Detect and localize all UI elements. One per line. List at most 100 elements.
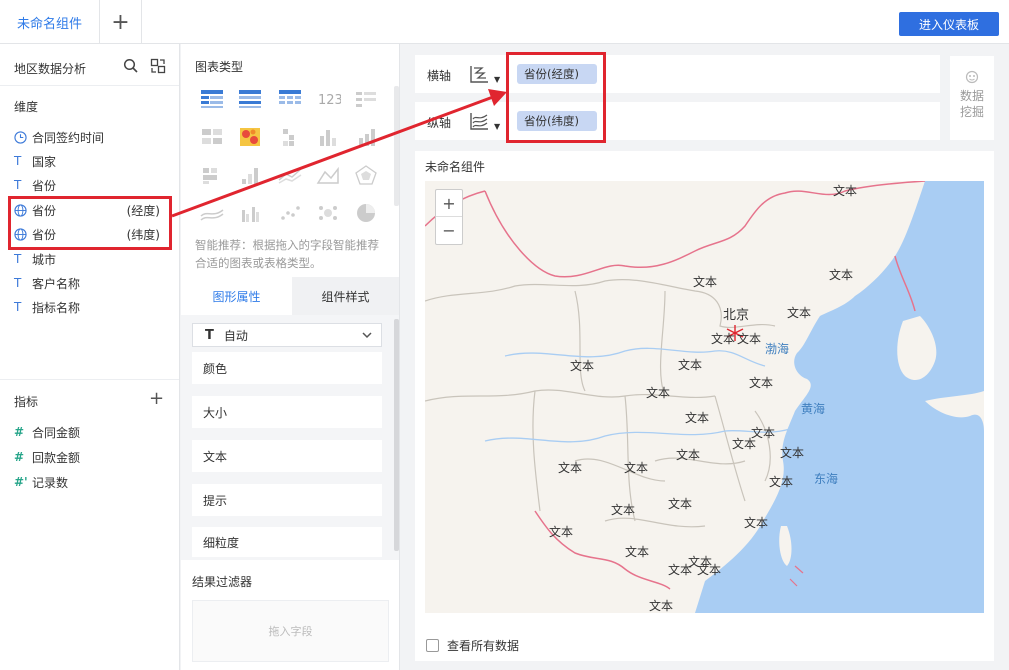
caret-down-icon[interactable]: ▼	[494, 75, 500, 84]
map-text-label: 文本	[737, 332, 762, 346]
cross-table-icon[interactable]	[237, 88, 263, 110]
chart-type-scrollbar[interactable]	[394, 86, 399, 206]
field-label: 客户名称	[32, 276, 81, 291]
map-text-label: 文本	[570, 359, 595, 373]
annotation-box-axis-fields	[506, 52, 606, 143]
checkbox[interactable]	[426, 639, 439, 652]
latitude-axis-icon[interactable]	[468, 110, 490, 132]
line-chart-icon[interactable]	[277, 164, 303, 186]
sea-label-huanghai: 黄海	[801, 402, 826, 416]
stacked-block-icon[interactable]	[199, 164, 225, 186]
component-card: 未命名组件 + − 文本 文本 文本 文本 北京 文本 文本 渤海 文本 文本 …	[415, 151, 994, 661]
dimension-field[interactable]: T 城市	[14, 249, 164, 269]
dimension-field[interactable]: 合同签约时间	[14, 127, 164, 147]
tab-component-style[interactable]: 组件样式	[292, 277, 399, 315]
text-type-icon: T	[14, 300, 22, 314]
field-label: 合同签约时间	[32, 130, 105, 145]
smart-recommend-hint: 智能推荐：根据拖入的字段智能推荐合适的图表或表格类型。	[195, 238, 379, 270]
prop-label: 提示	[203, 493, 228, 508]
map-text-label: 文本	[829, 268, 854, 282]
prop-size[interactable]: 大小	[192, 396, 382, 428]
result-filter-dropzone[interactable]: 拖入字段	[192, 600, 389, 662]
tab-shape-properties[interactable]: 图形属性	[181, 277, 292, 315]
grid-card-icon[interactable]	[199, 126, 225, 148]
block-chart-icon[interactable]	[277, 126, 303, 148]
zoom-out-button[interactable]: −	[436, 217, 462, 244]
field-label: 城市	[32, 252, 57, 267]
chart-type-label: 图表类型	[195, 60, 244, 74]
map-text-label: 文本	[833, 184, 858, 198]
metric-field[interactable]: # 合同金额	[14, 422, 164, 442]
bar-chart-icon[interactable]	[315, 126, 341, 148]
bubble-chart-icon[interactable]	[315, 202, 341, 224]
divider	[0, 379, 179, 380]
show-all-data-label: 查看所有数据	[447, 639, 520, 653]
map-base	[425, 181, 984, 613]
dimension-field[interactable]: T 省份	[14, 175, 164, 195]
tab-unnamed-component[interactable]: 未命名组件	[0, 0, 100, 44]
dimension-field[interactable]: T 客户名称	[14, 273, 164, 293]
prop-text[interactable]: 文本	[192, 440, 382, 472]
map-text-label: 文本	[693, 275, 718, 289]
column-chart-icon[interactable]	[353, 126, 379, 148]
mining-icon	[965, 70, 979, 84]
x-axis-label: 横轴	[427, 69, 452, 83]
range-area-icon[interactable]	[199, 202, 225, 224]
pie-chart-icon[interactable]	[353, 202, 379, 224]
map-text-label: 文本	[611, 503, 636, 517]
step-chart-icon[interactable]	[237, 164, 263, 186]
field-label: 回款金额	[32, 450, 81, 465]
properties-scrollbar[interactable]	[394, 319, 399, 551]
show-all-data-checkbox[interactable]: 查看所有数据	[426, 637, 519, 654]
heatmap-icon[interactable]	[237, 126, 263, 148]
add-metric-button[interactable]: +	[149, 388, 164, 409]
data-mining-button[interactable]: 数据 挖掘	[950, 56, 994, 140]
sea-label-donghai: 东海	[814, 472, 839, 486]
sea-area	[695, 181, 984, 613]
text-type-icon: T	[14, 178, 22, 192]
search-icon[interactable]	[123, 58, 139, 74]
river	[504, 347, 766, 367]
mining-label-line2: 挖掘	[959, 105, 984, 119]
map-text-label: 文本	[624, 461, 649, 475]
prop-label: 细粒度	[203, 535, 240, 550]
mining-label-line1: 数据	[959, 89, 984, 103]
table-chart-icon[interactable]	[199, 88, 225, 110]
map-text-label: 文本	[676, 448, 701, 462]
dataset-title: 地区数据分析	[14, 62, 87, 76]
prop-color[interactable]: 颜色	[192, 352, 382, 384]
map-text-label: 文本	[744, 516, 769, 530]
kpi-number-icon[interactable]: 123	[315, 88, 341, 110]
metric-field[interactable]: #' 记录数	[14, 472, 164, 492]
detail-table-icon[interactable]	[277, 88, 303, 110]
enter-dashboard-button[interactable]: 进入仪表板	[899, 12, 999, 36]
scatter-chart-icon[interactable]	[277, 202, 303, 224]
prop-tooltip[interactable]: 提示	[192, 484, 382, 516]
clock-icon	[14, 130, 32, 144]
mark-type-value: 自动	[223, 328, 248, 343]
longitude-axis-icon[interactable]	[468, 63, 490, 85]
map-text-label: 文本	[549, 525, 574, 539]
metric-field[interactable]: # 回款金额	[14, 447, 164, 467]
caret-down-icon[interactable]: ▼	[494, 122, 500, 131]
grouped-bar-icon[interactable]	[237, 202, 263, 224]
prop-label: 颜色	[203, 361, 228, 376]
radar-chart-icon[interactable]	[353, 164, 379, 186]
field-panel: 地区数据分析 维度 合同签约时间 T 国家 T 省份 省份 (经度) 省份 (纬…	[0, 44, 180, 670]
add-tab-button[interactable]: +	[100, 0, 142, 44]
dimension-field[interactable]: T 指标名称	[14, 297, 164, 317]
list-chart-icon[interactable]	[353, 88, 379, 110]
map-text-label: 文本	[732, 437, 757, 451]
dimension-field[interactable]: T 国家	[14, 151, 164, 171]
dimension-section-label: 维度	[14, 100, 39, 114]
map-view[interactable]: + − 文本 文本 文本 文本 北京 文本 文本 渤海 文本 文本 文本 文本 …	[425, 181, 984, 613]
prop-granularity[interactable]: 细粒度	[192, 527, 382, 557]
map-text-label: 文本	[685, 411, 710, 425]
zoom-in-button[interactable]: +	[436, 190, 462, 217]
annotation-box-geo-fields	[8, 196, 172, 250]
area-chart-icon[interactable]	[315, 164, 341, 186]
switch-dataset-icon[interactable]	[150, 58, 166, 74]
mark-type-select[interactable]: T 自动	[192, 323, 382, 347]
map-text-label: 文本	[668, 563, 693, 577]
field-label: 记录数	[32, 475, 69, 490]
